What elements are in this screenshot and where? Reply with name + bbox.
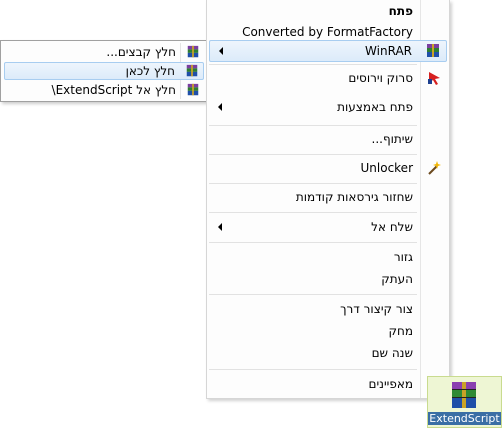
menu-separator: [209, 294, 417, 295]
menu-item-share[interactable]: שיתוף...: [209, 128, 447, 150]
menu-item-delete[interactable]: מחק: [209, 320, 447, 342]
menu-item-label: מחק: [388, 324, 413, 338]
menu-item-label: WinRAR: [365, 44, 412, 58]
submenu-arrow-icon: [218, 103, 222, 111]
menu-item-open[interactable]: פתח: [209, 0, 447, 22]
menu-item-open-with[interactable]: פתח באמצעות: [209, 96, 447, 118]
desktop-file-label: ExtendScript: [428, 412, 501, 425]
winrar-icon: [427, 44, 439, 57]
submenu-item-label: חלץ קבצים...: [106, 45, 176, 59]
menu-item-label: סרוק וירוסים: [348, 71, 413, 85]
menu-item-winrar[interactable]: WinRAR: [209, 40, 447, 62]
winrar-archive-icon: [452, 382, 476, 408]
menu-item-scan-viruses[interactable]: סרוק וירוסים: [209, 67, 447, 89]
submenu-arrow-icon: [219, 47, 223, 55]
menu-item-send-to[interactable]: שלח אל: [209, 216, 447, 238]
menu-item-unlocker[interactable]: Unlocker: [209, 157, 447, 179]
menu-item-rename[interactable]: שנה שם: [209, 342, 447, 364]
antivirus-icon: [428, 72, 440, 85]
menu-item-label: פתח: [388, 4, 413, 18]
menu-item-label: גזור: [393, 250, 413, 264]
menu-item-copy[interactable]: העתק: [209, 268, 447, 290]
submenu-item-label: חלץ אל ExtendScript\: [51, 83, 176, 97]
submenu-item-extract-here[interactable]: חלץ לכאן: [4, 62, 204, 80]
context-menu: פתח Converted by FormatFactory WinRAR סר…: [206, 0, 450, 399]
submenu-arrow-icon: [218, 223, 222, 231]
menu-item-create-shortcut[interactable]: צור קיצור דרך: [209, 298, 447, 320]
menu-item-label: שנה שם: [371, 346, 413, 360]
menu-item-properties[interactable]: מאפיינים: [209, 373, 447, 395]
menu-separator: [209, 369, 417, 370]
unlocker-wand-icon: [428, 161, 441, 175]
winrar-icon: [187, 45, 199, 58]
menu-item-cut[interactable]: גזור: [209, 246, 447, 268]
menu-separator: [209, 64, 417, 65]
menu-item-label: שיתוף...: [371, 132, 413, 146]
submenu-item-extract-files[interactable]: חלץ קבצים...: [4, 43, 204, 61]
submenu-item-extract-to-folder[interactable]: חלץ אל ExtendScript\: [4, 81, 204, 99]
winrar-icon: [187, 83, 199, 96]
menu-separator: [209, 183, 417, 184]
menu-item-label: העתק: [381, 272, 413, 286]
menu-item-label: שלח אל: [371, 220, 413, 234]
winrar-icon: [186, 64, 198, 77]
submenu-item-label: חלץ לכאן: [125, 64, 175, 78]
menu-separator: [209, 212, 417, 213]
menu-item-label: מאפיינים: [368, 377, 413, 391]
menu-item-label: שחזור גירסאות קודמות: [295, 190, 413, 204]
winrar-submenu: חלץ קבצים... חלץ לכאן חלץ אל ExtendScrip…: [0, 40, 208, 102]
menu-separator: [209, 154, 417, 155]
menu-separator: [209, 242, 417, 243]
menu-item-label: Converted by FormatFactory: [242, 25, 413, 39]
menu-item-restore-previous-versions[interactable]: שחזור גירסאות קודמות: [209, 186, 447, 208]
desktop-file-icon[interactable]: ExtendScript: [427, 376, 502, 428]
menu-item-label: פתח באמצעות: [337, 100, 413, 114]
menu-item-label: Unlocker: [360, 161, 414, 175]
menu-item-label: צור קיצור דרך: [340, 302, 413, 316]
menu-separator: [209, 125, 417, 126]
